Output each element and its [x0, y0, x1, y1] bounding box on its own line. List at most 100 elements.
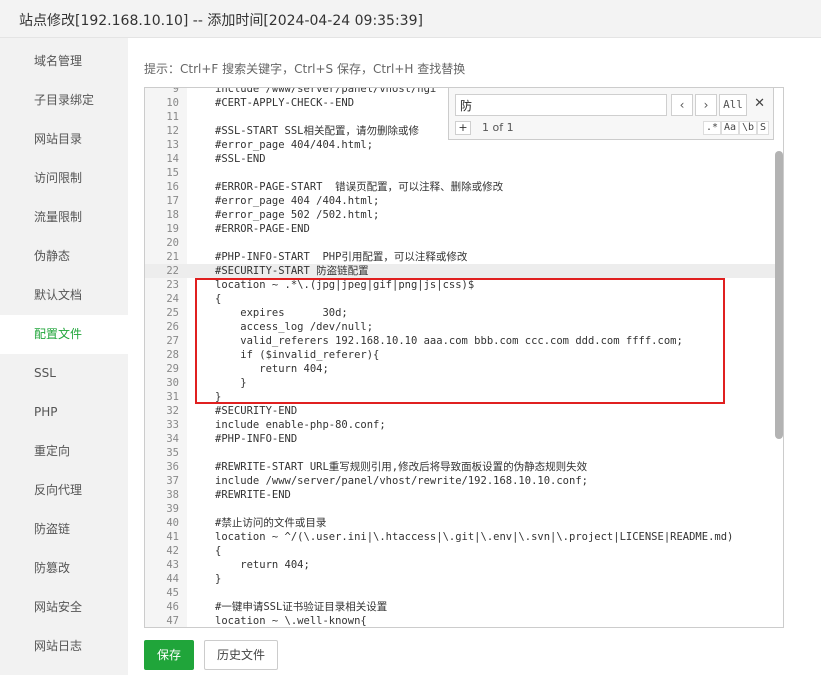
line-text: } — [215, 573, 222, 585]
code-line[interactable]: 41 location ~ ^/(\.user.ini|\.htaccess|\.… — [145, 530, 775, 544]
replace-toggle-button[interactable]: + — [455, 121, 471, 135]
line-text: #一键申请SSL证书验证目录相关设置 — [215, 601, 388, 613]
sidebar-item-logs[interactable]: 网站日志 — [0, 627, 128, 666]
line-number: 30 — [166, 377, 179, 389]
line-number: 13 — [166, 139, 179, 151]
code-line[interactable]: 42 { — [145, 544, 775, 558]
highlight-annotation-box — [195, 278, 725, 404]
sidebar-item-traffic[interactable]: 流量限制 — [0, 198, 128, 237]
code-line[interactable]: 38 #REWRITE-END — [145, 488, 775, 502]
search-prev-button[interactable]: ‹ — [671, 94, 693, 116]
code-line[interactable]: 36 #REWRITE-START URL重写规则引用,修改后将导致面板设置的伪静… — [145, 460, 775, 474]
line-text: include /www/server/panel/vhost/ngi — [215, 87, 437, 95]
code-line[interactable]: 21 #PHP-INFO-START PHP引用配置，可以注释或修改 — [145, 250, 775, 264]
line-text: #error_page 404 /404.html; — [215, 195, 380, 207]
line-number: 43 — [166, 559, 179, 571]
sidebar-item-domain[interactable]: 域名管理 — [0, 42, 128, 81]
code-line[interactable]: 19 #ERROR-PAGE-END — [145, 222, 775, 236]
code-line[interactable]: 33 include enable-php-80.conf; — [145, 418, 775, 432]
code-line[interactable]: 14 #SSL-END — [145, 152, 775, 166]
selection-toggle[interactable]: S — [757, 121, 770, 135]
line-text: location ~ ^/(\.user.ini|\.htaccess|\.gi… — [215, 531, 734, 543]
code-line[interactable]: 43 return 404; — [145, 558, 775, 572]
search-input[interactable]: 防 — [455, 94, 667, 116]
regex-toggle[interactable]: .* — [703, 121, 722, 135]
sidebar-item-subdir[interactable]: 子目录绑定 — [0, 81, 128, 120]
line-number: 40 — [166, 517, 179, 529]
code-line[interactable]: 35 — [145, 446, 775, 460]
code-line[interactable]: 47 location ~ \.well-known{ — [145, 614, 775, 627]
line-number: 27 — [166, 335, 179, 347]
line-number: 21 — [166, 251, 179, 263]
sidebar-item-php[interactable]: PHP — [0, 393, 128, 432]
line-number: 31 — [166, 391, 179, 403]
code-line[interactable]: 37 include /www/server/panel/vhost/rewrit… — [145, 474, 775, 488]
search-next-button[interactable]: › — [695, 94, 717, 116]
line-number: 38 — [166, 489, 179, 501]
code-editor[interactable]: 9 include /www/server/panel/vhost/ngi 10 #C… — [144, 87, 784, 628]
code-line[interactable]: 40 #禁止访问的文件或目录 — [145, 516, 775, 530]
line-number: 16 — [166, 181, 179, 193]
word-toggle[interactable]: \b — [739, 121, 758, 135]
code-line[interactable]: 15 — [145, 166, 775, 180]
code-line[interactable]: 34 #PHP-INFO-END — [145, 432, 775, 446]
line-number: 15 — [166, 167, 179, 179]
line-number: 32 — [166, 405, 179, 417]
sidebar-item-config[interactable]: 配置文件 — [0, 315, 128, 354]
line-number: 11 — [166, 111, 179, 123]
sidebar-item-tamper[interactable]: 防篡改 — [0, 549, 128, 588]
code-line[interactable]: 13 #error_page 404/404.html; — [145, 138, 775, 152]
close-icon[interactable]: ✕ — [754, 96, 765, 111]
code-line[interactable]: 44} — [145, 572, 775, 586]
code-line[interactable]: 39 — [145, 502, 775, 516]
code-line[interactable]: 16 #ERROR-PAGE-START 错误页配置，可以注释、删除或修改 — [145, 180, 775, 194]
line-text: #SECURITY-END — [215, 405, 298, 417]
line-number: 9 — [172, 87, 179, 95]
search-all-button[interactable]: All — [719, 94, 747, 116]
line-number: 18 — [166, 209, 179, 221]
line-text: include /www/server/panel/vhost/rewrite/… — [215, 475, 588, 487]
line-number: 10 — [166, 97, 179, 109]
code-line[interactable]: 17 #error_page 404 /404.html; — [145, 194, 775, 208]
code-line[interactable]: 18 #error_page 502 /502.html; — [145, 208, 775, 222]
line-text: #SSL-START SSL相关配置，请勿删除或修 — [215, 125, 420, 137]
line-text: #PHP-INFO-END — [215, 433, 298, 445]
line-number: 41 — [166, 531, 179, 543]
line-text: #error_page 404/404.html; — [215, 139, 374, 151]
line-text: { — [215, 545, 222, 557]
line-number: 29 — [166, 363, 179, 375]
history-button[interactable]: 历史文件 — [204, 640, 278, 670]
line-number: 37 — [166, 475, 179, 487]
line-text: #ERROR-PAGE-START 错误页配置，可以注释、删除或修改 — [215, 181, 504, 193]
line-number: 33 — [166, 419, 179, 431]
sidebar-item-redirect[interactable]: 重定向 — [0, 432, 128, 471]
editor-scrollbar[interactable] — [775, 151, 783, 439]
sidebar-item-default-doc[interactable]: 默认文档 — [0, 276, 128, 315]
line-number: 25 — [166, 307, 179, 319]
sidebar-item-hotlink[interactable]: 防盗链 — [0, 510, 128, 549]
window-titlebar: 站点修改[192.168.10.10] -- 添加时间[2024-04-24 0… — [0, 0, 821, 38]
sidebar-item-sitedir[interactable]: 网站目录 — [0, 120, 128, 159]
sidebar-item-proxy[interactable]: 反向代理 — [0, 471, 128, 510]
sidebar-item-ssl[interactable]: SSL — [0, 354, 128, 393]
sidebar-item-access[interactable]: 访问限制 — [0, 159, 128, 198]
case-toggle[interactable]: Aa — [721, 121, 740, 135]
sidebar: 域名管理 子目录绑定 网站目录 访问限制 流量限制 伪静态 默认文档 配置文件 … — [0, 38, 128, 675]
line-text: #禁止访问的文件或目录 — [215, 517, 327, 529]
hint-text: 提示：Ctrl+F 搜索关键字，Ctrl+S 保存，Ctrl+H 查找替换 — [144, 62, 466, 76]
sidebar-item-rewrite[interactable]: 伪静态 — [0, 237, 128, 276]
line-text: #error_page 502 /502.html; — [215, 209, 380, 221]
code-line[interactable]: 20 — [145, 236, 775, 250]
line-text: return 404; — [215, 559, 310, 571]
code-line[interactable]: 32 #SECURITY-END — [145, 404, 775, 418]
save-button[interactable]: 保存 — [144, 640, 194, 670]
line-text: #SSL-END — [215, 153, 266, 165]
line-number: 20 — [166, 237, 179, 249]
line-text: #PHP-INFO-START PHP引用配置，可以注释或修改 — [215, 251, 468, 263]
code-line[interactable]: 46 #一键申请SSL证书验证目录相关设置 — [145, 600, 775, 614]
code-line[interactable]: 45 — [145, 586, 775, 600]
search-panel: 防 ‹ › All ✕ + 1 of 1 .* Aa \b S — [448, 88, 774, 140]
line-text: #SECURITY-START 防盗链配置 — [215, 265, 369, 277]
code-line[interactable]: 22 #SECURITY-START 防盗链配置 — [145, 264, 775, 278]
sidebar-item-security[interactable]: 网站安全 — [0, 588, 128, 627]
